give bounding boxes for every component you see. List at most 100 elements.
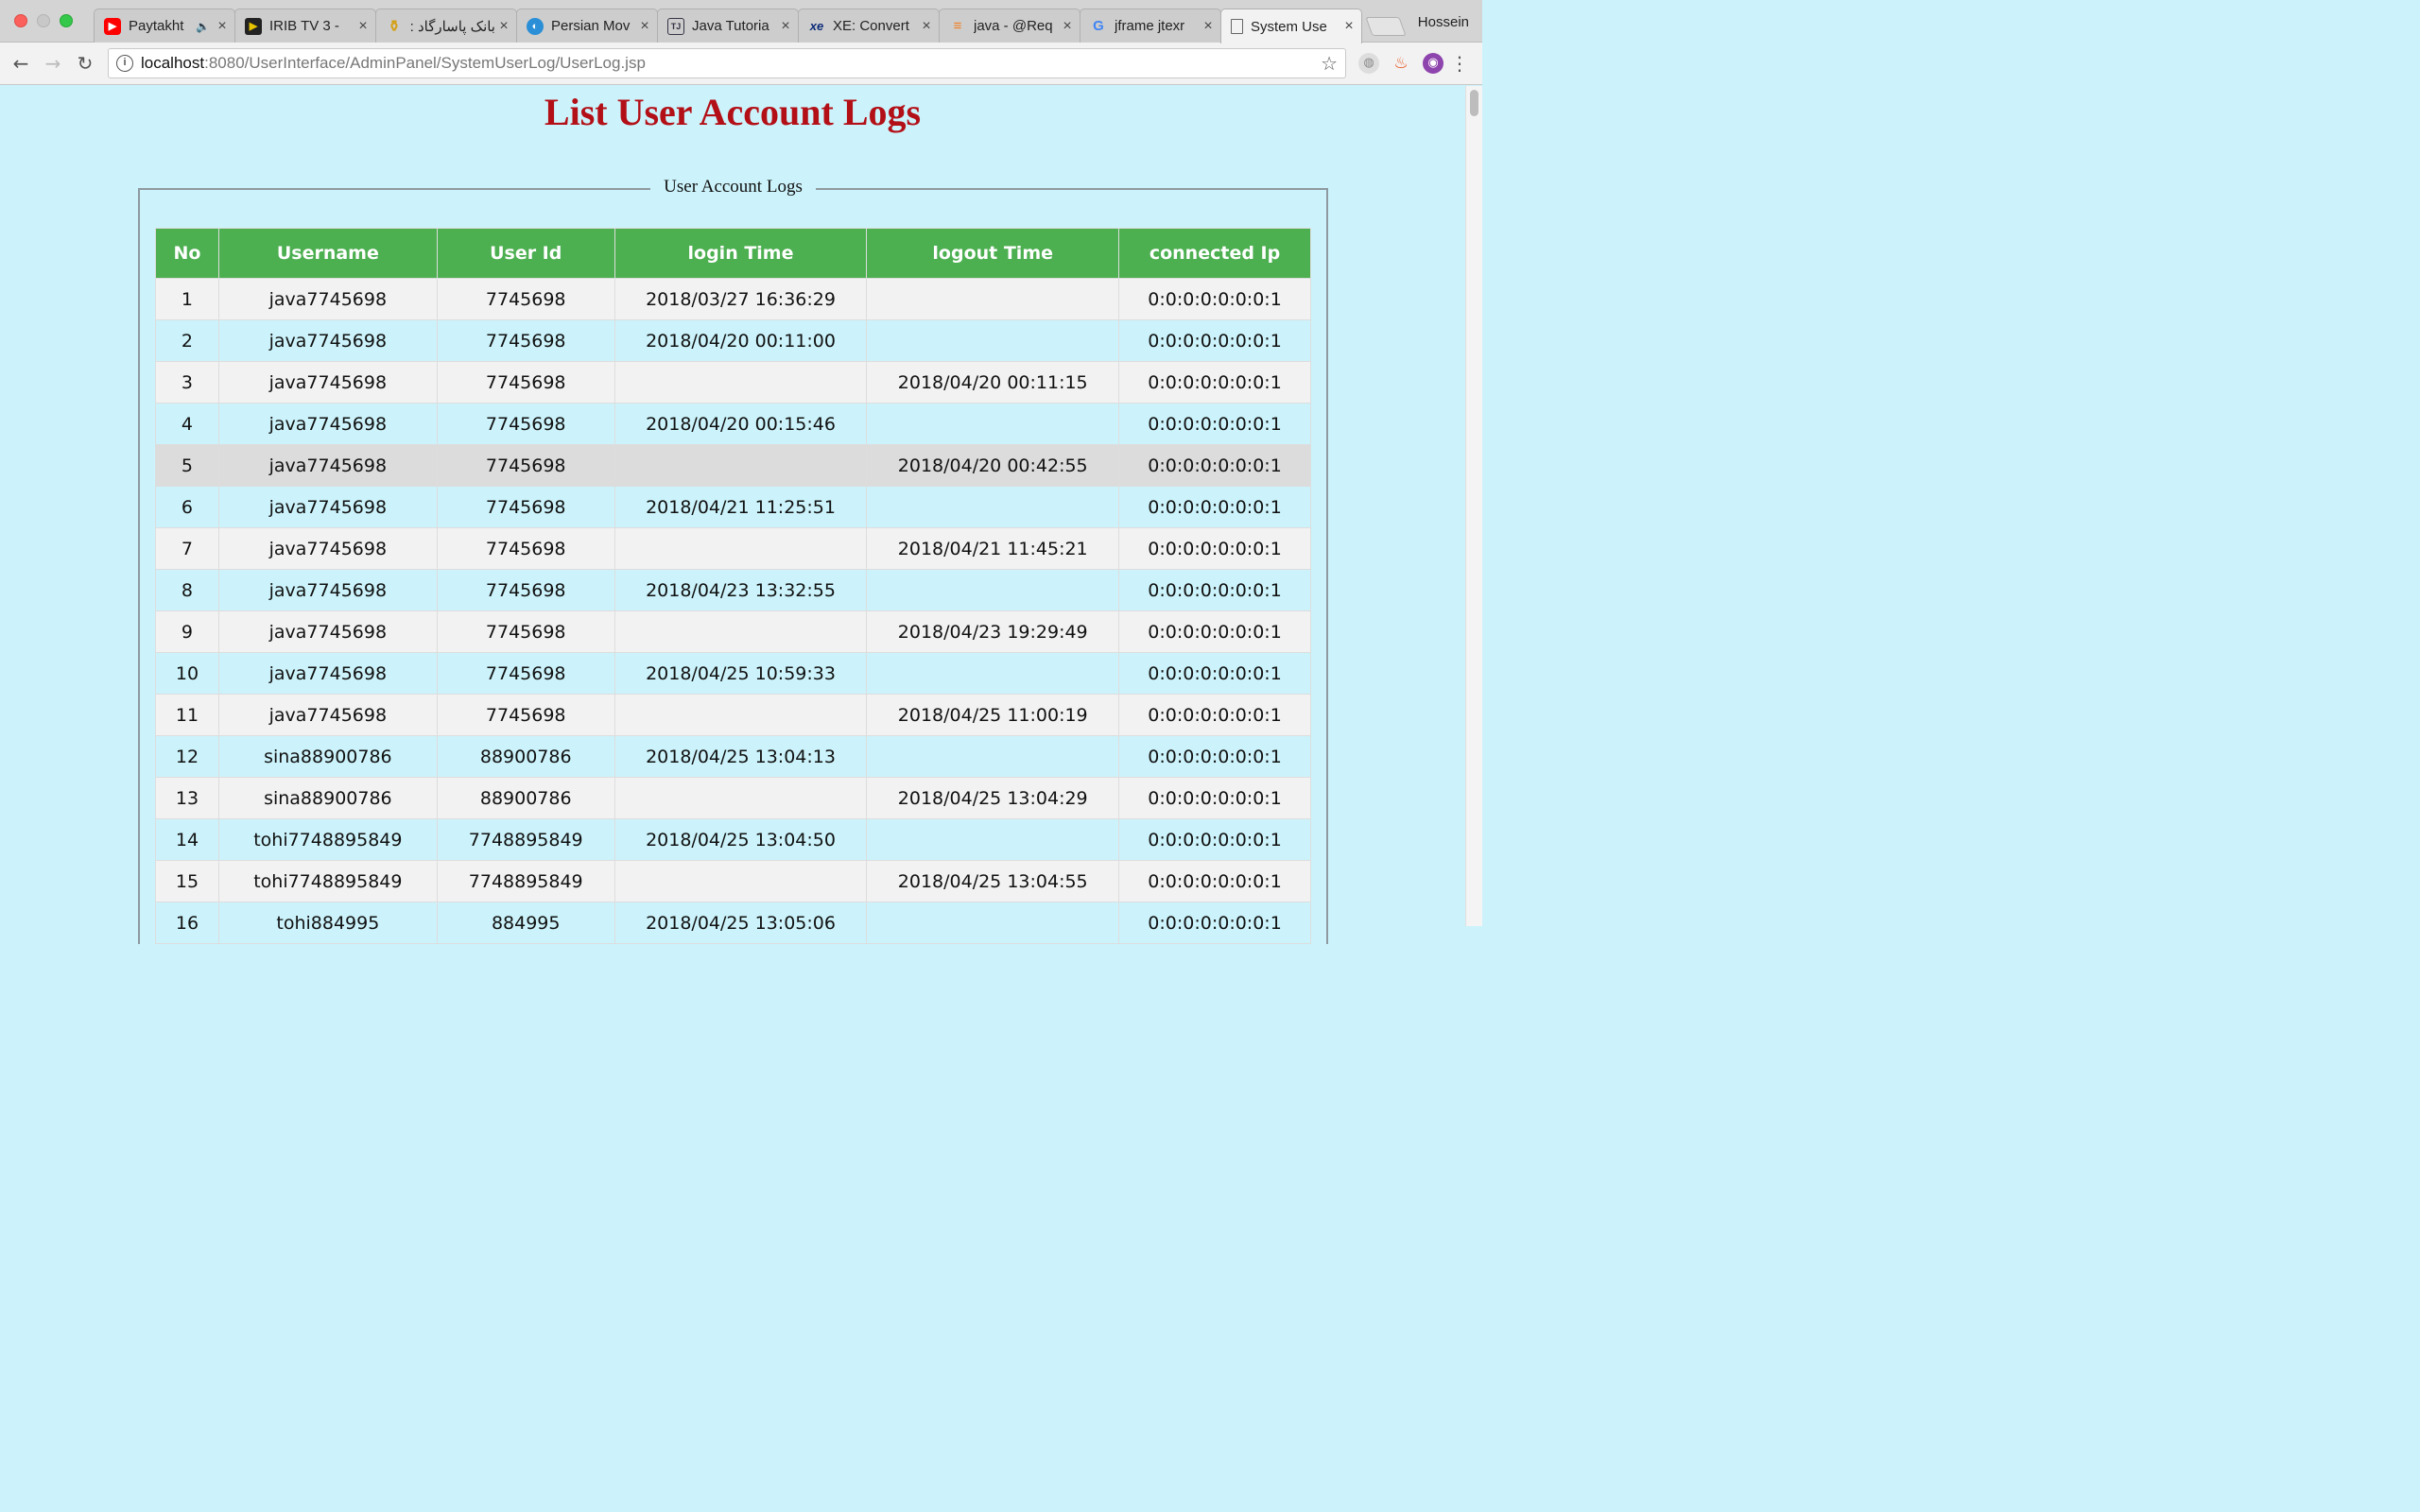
close-tab-icon[interactable]: ×: [918, 18, 935, 35]
cell-connected-ip: 0:0:0:0:0:0:0:1: [1118, 444, 1311, 487]
close-tab-icon[interactable]: ×: [1200, 18, 1217, 35]
tab-system-user-log[interactable]: System Use ×: [1220, 9, 1362, 43]
cell-username: sina88900786: [217, 735, 438, 778]
google-icon: G: [1093, 18, 1104, 34]
cell-user-id: 7745698: [436, 361, 615, 404]
cell-login-time: [614, 694, 868, 736]
tab-paytakht[interactable]: ▶ Paytakht 🔈 ×: [94, 9, 235, 43]
legend-text: User Account Logs: [650, 177, 816, 197]
cell-login-time: 2018/04/20 00:11:00: [614, 319, 868, 362]
cell-connected-ip: 0:0:0:0:0:0:0:1: [1118, 610, 1311, 653]
minimize-window-button[interactable]: [37, 14, 50, 27]
close-tab-icon[interactable]: ×: [1340, 18, 1357, 35]
cell-login-time: [614, 444, 868, 487]
cell-user-id: 7745698: [436, 652, 615, 695]
speaker-icon[interactable]: 🔈: [196, 20, 210, 33]
cell-login-time: 2018/04/20 00:15:46: [614, 403, 868, 445]
cell-login-time: [614, 527, 868, 570]
table-row[interactable]: 14 tohi7748895849 7748895849 2018/04/25 13:…: [155, 818, 1311, 861]
forward-icon[interactable]: →: [42, 52, 64, 75]
close-tab-icon[interactable]: ×: [214, 18, 231, 35]
tab-xe-convert[interactable]: xe XE: Convert ×: [798, 9, 940, 43]
cell-no: 7: [155, 527, 219, 570]
user-logs-table: No Username User Id login Time logout Ti…: [155, 228, 1311, 944]
column-header-login-time: login Time: [614, 228, 868, 279]
close-window-button[interactable]: [14, 14, 27, 27]
cell-logout-time: 2018/04/20 00:42:55: [866, 444, 1120, 487]
close-tab-icon[interactable]: ×: [777, 18, 794, 35]
menu-icon[interactable]: ⋮: [1450, 52, 1469, 75]
cell-connected-ip: 0:0:0:0:0:0:0:1: [1118, 694, 1311, 736]
cell-user-id: 7748895849: [436, 818, 615, 861]
vpn-extension-icon[interactable]: ◉: [1423, 53, 1443, 74]
cell-login-time: 2018/03/27 16:36:29: [614, 278, 868, 320]
tab-jframe-search[interactable]: G jframe jtexr ×: [1080, 9, 1221, 43]
tab-title: System Use: [1251, 18, 1327, 35]
table-row[interactable]: 5 java7745698 7745698 2018/04/20 00:42:55 0:…: [155, 444, 1311, 487]
tab-persian-movie[interactable]: ◐ Persian Mov ×: [516, 9, 658, 43]
cell-no: 5: [155, 444, 219, 487]
table-row[interactable]: 13 sina88900786 88900786 2018/04/25 13:04:2…: [155, 777, 1311, 819]
profile-name[interactable]: Hossein: [1418, 14, 1469, 30]
table-row[interactable]: 12 sina88900786 88900786 2018/04/25 13:04:1…: [155, 735, 1311, 778]
table-header-row: No Username User Id login Time logout Ti…: [155, 228, 1311, 279]
column-header-username: Username: [217, 228, 438, 279]
table-row[interactable]: 4 java7745698 7745698 2018/04/20 00:15:46 0:…: [155, 403, 1311, 445]
url-host: localhost: [141, 54, 205, 72]
vertical-scrollbar[interactable]: [1465, 86, 1482, 926]
cell-logout-time: 2018/04/21 11:45:21: [866, 527, 1120, 570]
new-tab-button[interactable]: [1365, 17, 1407, 36]
table-row[interactable]: 8 java7745698 7745698 2018/04/23 13:32:55 0:…: [155, 569, 1311, 611]
cell-no: 4: [155, 403, 219, 445]
table-row[interactable]: 11 java7745698 7745698 2018/04/25 11:00:19 0…: [155, 694, 1311, 736]
bookmark-star-icon[interactable]: ☆: [1321, 52, 1338, 76]
page-content: List User Account Logs User Account Logs…: [0, 86, 1465, 944]
cell-logout-time: [866, 403, 1120, 445]
cell-login-time: 2018/04/23 13:32:55: [614, 569, 868, 611]
cell-no: 14: [155, 818, 219, 861]
table-row[interactable]: 1 java7745698 7745698 2018/03/27 16:36:29 0:…: [155, 278, 1311, 320]
table-row[interactable]: 16 tohi884995 884995 2018/04/25 13:05:06 0:0…: [155, 902, 1311, 944]
table-row[interactable]: 6 java7745698 7745698 2018/04/21 11:25:51 0:…: [155, 486, 1311, 528]
flame-extension-icon[interactable]: ♨: [1391, 53, 1411, 74]
cell-login-time: 2018/04/25 13:04:50: [614, 818, 868, 861]
tab-bank[interactable]: ⚱ بانک پاسارگاد :: ×: [375, 9, 517, 43]
cell-username: tohi7748895849: [217, 818, 438, 861]
table-row[interactable]: 7 java7745698 7745698 2018/04/21 11:45:21 0:…: [155, 527, 1311, 570]
maximize-window-button[interactable]: [60, 14, 73, 27]
reload-icon[interactable]: ↻: [74, 52, 96, 75]
close-tab-icon[interactable]: ×: [495, 18, 512, 35]
table-row[interactable]: 3 java7745698 7745698 2018/04/20 00:11:15 0:…: [155, 361, 1311, 404]
tab-title: Paytakht: [129, 18, 184, 34]
tab-title: jframe jtexr: [1115, 18, 1185, 34]
cell-username: java7745698: [217, 403, 438, 445]
back-icon[interactable]: ←: [9, 52, 32, 75]
cell-username: java7745698: [217, 444, 438, 487]
cell-connected-ip: 0:0:0:0:0:0:0:1: [1118, 527, 1311, 570]
table-row[interactable]: 2 java7745698 7745698 2018/04/20 00:11:00 0:…: [155, 319, 1311, 362]
tab-title: Java Tutoria: [692, 18, 769, 34]
address-bar[interactable]: i localhost:8080/UserInterface/AdminPane…: [108, 48, 1346, 78]
cell-login-time: 2018/04/21 11:25:51: [614, 486, 868, 528]
close-tab-icon[interactable]: ×: [1059, 18, 1076, 35]
url-path: :8080/UserInterface/AdminPanel/SystemUse…: [204, 54, 646, 72]
tab-title: بانک پاسارگاد ::: [410, 18, 495, 35]
cell-user-id: 7745698: [436, 319, 615, 362]
cell-username: java7745698: [217, 319, 438, 362]
scrollbar-thumb[interactable]: [1470, 90, 1478, 116]
table-row[interactable]: 10 java7745698 7745698 2018/04/25 10:59:33 0…: [155, 652, 1311, 695]
tab-java-tutorial[interactable]: TJ Java Tutoria ×: [657, 9, 799, 43]
tab-title: XE: Convert: [833, 18, 909, 34]
cell-no: 10: [155, 652, 219, 695]
info-icon[interactable]: i: [116, 55, 133, 72]
close-tab-icon[interactable]: ×: [354, 18, 372, 35]
table-row[interactable]: 15 tohi7748895849 7748895849 2018/04/25 13:…: [155, 860, 1311, 902]
cell-username: java7745698: [217, 486, 438, 528]
cell-username: java7745698: [217, 610, 438, 653]
globe-extension-icon[interactable]: ◍: [1358, 53, 1379, 74]
tab-irib[interactable]: ▶ IRIB TV 3 - ×: [234, 9, 376, 43]
document-icon: TJ: [667, 17, 684, 35]
table-row[interactable]: 9 java7745698 7745698 2018/04/23 19:29:49 0:…: [155, 610, 1311, 653]
tab-java-req[interactable]: ≡ java - @Req ×: [939, 9, 1080, 43]
close-tab-icon[interactable]: ×: [636, 18, 653, 35]
